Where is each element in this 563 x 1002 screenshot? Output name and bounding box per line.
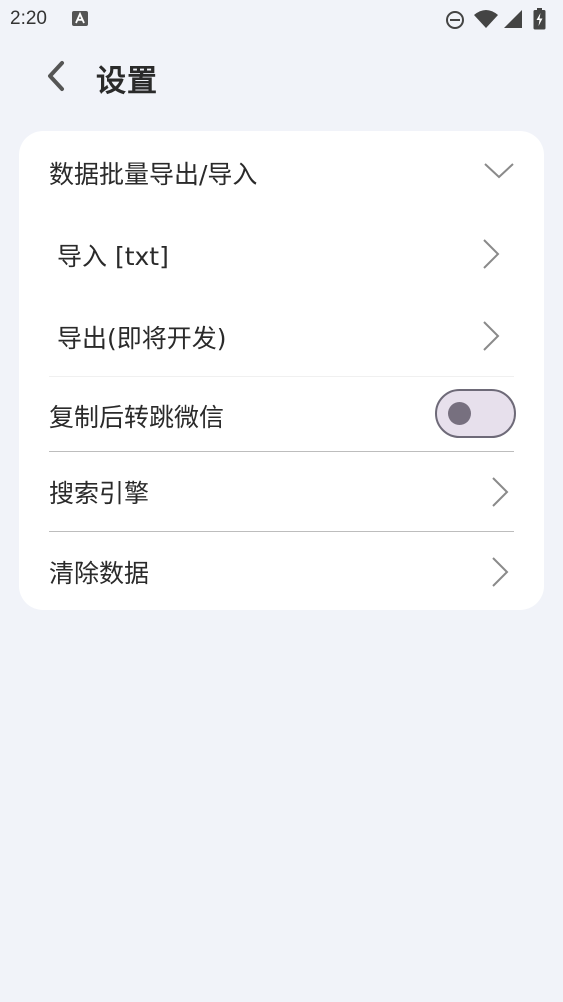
chevron-right-icon [492,477,509,507]
wifi-icon [474,10,498,28]
import-txt-label: 导入 [txt] [57,242,169,271]
batch-section-header[interactable]: 数据批量导出/导入 [19,131,544,213]
chevron-right-icon [483,239,500,269]
search-engine-label: 搜索引擎 [49,479,150,508]
chevron-left-icon [48,61,64,91]
page-title: 设置 [96,64,158,99]
toggle-knob [448,402,471,425]
batch-section-label: 数据批量导出/导入 [49,160,258,189]
chevron-down-icon [484,163,514,179]
search-engine-item[interactable]: 搜索引擎 [19,452,544,531]
status-time: 2:20 [10,8,47,29]
dnd-icon [446,11,464,29]
wechat-jump-label: 复制后转跳微信 [49,403,225,432]
clear-data-item[interactable]: 清除数据 [19,532,544,610]
import-txt-item[interactable]: 导入 [txt] [19,213,544,295]
settings-card: 数据批量导出/导入 导入 [txt] 导出(即将开发) 复制后转跳微信 搜索引擎 [19,131,544,610]
export-label: 导出(即将开发) [57,324,227,353]
chevron-right-icon [492,557,509,587]
status-icons [445,8,555,30]
battery-charging-icon [533,8,546,30]
clear-data-label: 清除数据 [49,559,150,588]
status-bar: 2:20 [0,0,563,38]
export-item[interactable]: 导出(即将开发) [19,295,544,377]
notification-a-icon [72,11,88,26]
app-bar: 设置 [0,38,563,118]
signal-icon [504,10,522,28]
back-button[interactable] [36,54,76,98]
wechat-jump-toggle[interactable] [435,389,516,438]
chevron-right-icon [483,321,500,351]
